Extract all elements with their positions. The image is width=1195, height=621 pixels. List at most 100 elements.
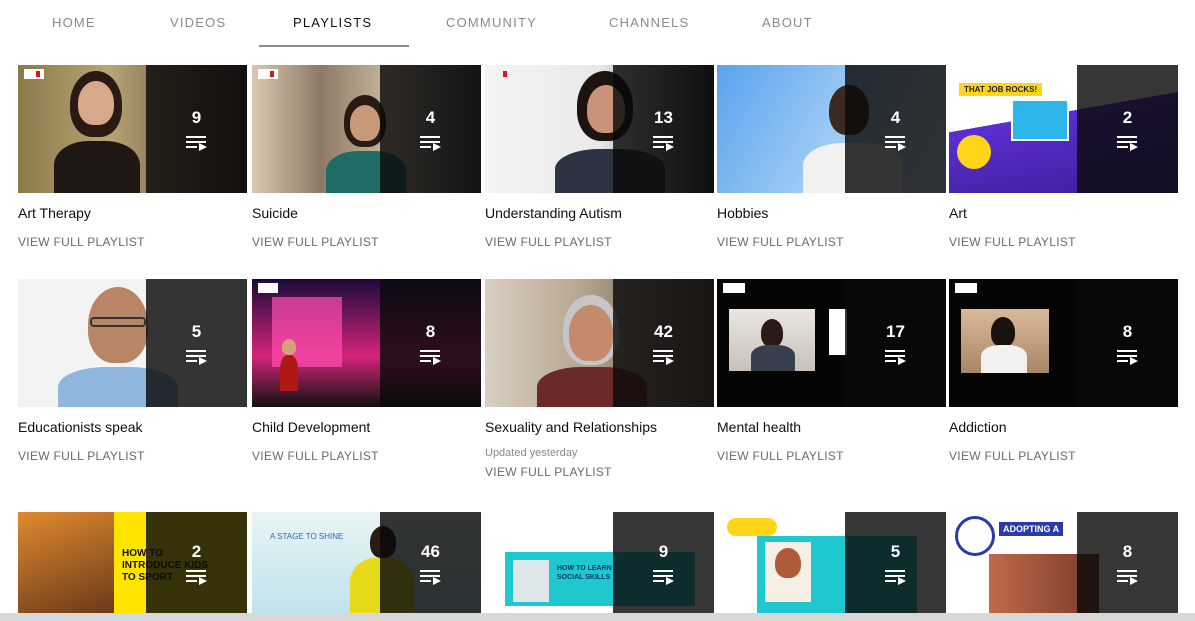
playlist-thumbnail[interactable]: 9: [18, 65, 247, 193]
playlist-title[interactable]: Art: [949, 205, 1178, 221]
active-tab-indicator: [259, 45, 409, 47]
playlist-card: 4 Hobbies VIEW FULL PLAYLIST: [717, 65, 946, 251]
view-full-playlist-link[interactable]: VIEW FULL PLAYLIST: [252, 235, 379, 249]
playlist-thumbnail[interactable]: HOW TO INTRODUCE KIDS TO SPORT 2: [18, 512, 247, 613]
playlist-title[interactable]: Understanding Autism: [485, 205, 714, 221]
playlist-card: A STAGE TO SHINE 46: [252, 512, 481, 613]
playlist-count-overlay: 5: [845, 512, 946, 613]
view-full-playlist-link[interactable]: VIEW FULL PLAYLIST: [949, 235, 1076, 249]
playlist-card: 5: [717, 512, 946, 613]
playlist-count-overlay: 2: [146, 512, 247, 613]
view-full-playlist-link[interactable]: VIEW FULL PLAYLIST: [485, 465, 612, 479]
video-count: 4: [890, 108, 901, 127]
view-full-playlist-link[interactable]: VIEW FULL PLAYLIST: [18, 235, 145, 249]
playlist-play-icon: [652, 569, 675, 585]
playlist-thumbnail[interactable]: 4: [252, 65, 481, 193]
playlist-updated-text: Updated yesterday: [485, 447, 578, 459]
playlist-count-overlay: 2: [1077, 65, 1178, 193]
video-count: 5: [191, 322, 202, 341]
video-count: 2: [191, 541, 202, 561]
channel-tabs: HOME VIDEOS PLAYLISTS COMMUNITY CHANNELS…: [0, 0, 1195, 48]
playlist-card: HOW TO INTRODUCE KIDS TO SPORT 2: [18, 512, 247, 613]
video-count: 42: [654, 322, 673, 341]
playlist-count-overlay: 8: [1077, 279, 1178, 407]
playlist-title[interactable]: Sexuality and Relationships: [485, 419, 714, 435]
playlist-play-icon: [884, 136, 907, 151]
playlist-count-overlay: 9: [146, 65, 247, 193]
art-thumbnail-caption: THAT JOB ROCKS!: [959, 83, 1043, 96]
view-full-playlist-link[interactable]: VIEW FULL PLAYLIST: [949, 449, 1076, 463]
tab-videos[interactable]: VIDEOS: [170, 15, 226, 30]
playlist-count-overlay: 42: [613, 279, 714, 407]
playlist-thumbnail[interactable]: THAT JOB ROCKS! 2: [949, 65, 1178, 193]
playlist-title[interactable]: Child Development: [252, 419, 481, 435]
playlist-play-icon: [884, 569, 907, 585]
thumbnail-caption: A STAGE TO SHINE: [270, 532, 344, 541]
playlist-card: 42 Sexuality and Relationships Updated y…: [485, 279, 714, 481]
playlist-play-icon: [419, 136, 442, 151]
playlist-card: 8 Child Development VIEW FULL PLAYLIST: [252, 279, 481, 465]
video-count: 17: [886, 322, 905, 341]
view-full-playlist-link[interactable]: VIEW FULL PLAYLIST: [485, 235, 612, 249]
video-count: 4: [425, 108, 436, 127]
playlist-thumbnail[interactable]: 5: [717, 512, 946, 613]
playlist-play-icon: [652, 136, 675, 151]
playlist-play-icon: [652, 350, 675, 365]
video-count: 5: [890, 541, 901, 561]
playlist-thumbnail[interactable]: 8: [949, 279, 1178, 407]
playlist-count-overlay: 17: [845, 279, 946, 407]
playlist-thumbnail[interactable]: 5: [18, 279, 247, 407]
playlist-thumbnail[interactable]: 8: [252, 279, 481, 407]
horizontal-scrollbar[interactable]: [0, 613, 1195, 621]
playlist-title[interactable]: Mental health: [717, 419, 946, 435]
playlist-thumbnail[interactable]: 13: [485, 65, 714, 193]
video-count: 8: [1122, 541, 1133, 561]
playlist-thumbnail[interactable]: ADOPTING A 8: [949, 512, 1178, 613]
playlist-play-icon: [185, 350, 208, 365]
video-count: 2: [1122, 108, 1133, 127]
playlist-title[interactable]: Art Therapy: [18, 205, 247, 221]
tab-channels[interactable]: CHANNELS: [609, 15, 689, 30]
view-full-playlist-link[interactable]: VIEW FULL PLAYLIST: [18, 449, 145, 463]
playlist-thumbnail[interactable]: A STAGE TO SHINE 46: [252, 512, 481, 613]
playlist-play-icon: [1116, 350, 1139, 365]
playlist-card: THAT JOB ROCKS! 2 Art VIEW FULL PLAYLIST: [949, 65, 1178, 251]
playlist-thumbnail[interactable]: 42: [485, 279, 714, 407]
playlist-card: 8 Addiction VIEW FULL PLAYLIST: [949, 279, 1178, 465]
playlist-count-overlay: 4: [380, 65, 481, 193]
playlist-thumbnail[interactable]: HOW TO LEARN SOCIAL SKILLS 9: [485, 512, 714, 613]
playlist-count-overlay: 46: [380, 512, 481, 613]
playlist-title[interactable]: Addiction: [949, 419, 1178, 435]
view-full-playlist-link[interactable]: VIEW FULL PLAYLIST: [252, 449, 379, 463]
playlist-count-overlay: 8: [1077, 512, 1178, 613]
playlist-count-overlay: 5: [146, 279, 247, 407]
playlist-count-overlay: 4: [845, 65, 946, 193]
playlist-card: 4 Suicide VIEW FULL PLAYLIST: [252, 65, 481, 251]
tab-home[interactable]: HOME: [52, 15, 96, 30]
playlist-count-overlay: 8: [380, 279, 481, 407]
view-full-playlist-link[interactable]: VIEW FULL PLAYLIST: [717, 235, 844, 249]
playlist-card: 17 Mental health VIEW FULL PLAYLIST: [717, 279, 946, 465]
playlist-card: 5 Educationists speak VIEW FULL PLAYLIST: [18, 279, 247, 465]
thumbnail-caption: ADOPTING A: [999, 522, 1064, 536]
playlist-title[interactable]: Suicide: [252, 205, 481, 221]
playlist-title[interactable]: Hobbies: [717, 205, 946, 221]
video-count: 9: [191, 108, 202, 127]
playlist-thumbnail[interactable]: 4: [717, 65, 946, 193]
video-count: 8: [425, 322, 436, 341]
playlist-play-icon: [1116, 136, 1139, 151]
playlist-play-icon: [1116, 569, 1139, 585]
playlist-play-icon: [185, 136, 208, 151]
playlist-count-overlay: 13: [613, 65, 714, 193]
playlist-card: 9 Art Therapy VIEW FULL PLAYLIST: [18, 65, 247, 251]
tab-community[interactable]: COMMUNITY: [446, 15, 537, 30]
playlist-title[interactable]: Educationists speak: [18, 419, 247, 435]
tab-about[interactable]: ABOUT: [762, 15, 813, 30]
playlist-play-icon: [419, 350, 442, 365]
playlist-play-icon: [884, 350, 907, 365]
video-count: 13: [654, 108, 673, 127]
playlist-card: HOW TO LEARN SOCIAL SKILLS 9: [485, 512, 714, 613]
tab-playlists[interactable]: PLAYLISTS: [293, 15, 372, 30]
view-full-playlist-link[interactable]: VIEW FULL PLAYLIST: [717, 449, 844, 463]
playlist-thumbnail[interactable]: 17: [717, 279, 946, 407]
